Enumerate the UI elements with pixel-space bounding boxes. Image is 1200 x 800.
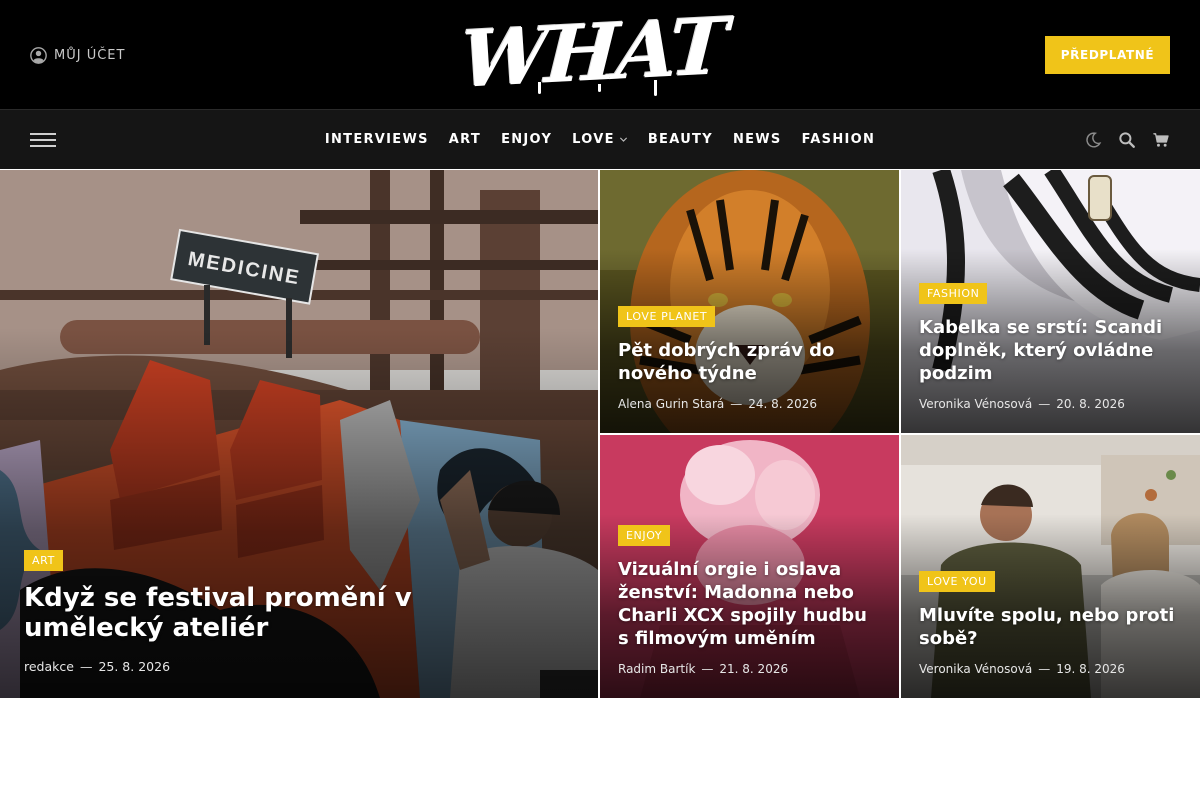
article-meta: Alena Gurin Stará — 24. 8. 2026: [618, 397, 881, 411]
article-content: Love Planet Pět dobrých zpráv do nového …: [618, 305, 881, 411]
nav-item-label: News: [732, 132, 782, 147]
nav-item-fashion[interactable]: Fashion: [792, 132, 886, 147]
nav-item-love[interactable]: Love: [562, 132, 638, 147]
article-content: Enjoy Vizuální orgie i oslava ženství: M…: [618, 524, 881, 676]
featured-grid: MEDICINE ART Když se festival promění v …: [0, 170, 1200, 698]
category-badge[interactable]: Fashion: [919, 283, 988, 304]
article-title[interactable]: Mluvíte spolu, nebo proti sobě?: [919, 604, 1182, 650]
category-badge[interactable]: Enjoy: [618, 525, 671, 546]
article-card[interactable]: Enjoy Vizuální orgie i oslava ženství: M…: [600, 435, 899, 698]
meta-separator: —: [730, 397, 743, 411]
my-account-label: Můj účet: [54, 47, 126, 63]
user-circle-icon: [30, 46, 47, 64]
nav-item-label: Art: [448, 132, 482, 147]
logo-drip: [598, 84, 601, 92]
article-meta: Radim Bartík — 21. 8. 2026: [618, 662, 881, 676]
article-author[interactable]: Alena Gurin Stará: [618, 397, 724, 411]
nav-item-news[interactable]: News: [723, 132, 792, 147]
hamburger-menu-icon[interactable]: [30, 131, 56, 149]
site-header: Můj účet WHAT Předplatné: [0, 0, 1200, 110]
moon-icon[interactable]: [1084, 131, 1102, 149]
nav-menu: Interviews Art Enjoy Love Beauty News Fa…: [300, 110, 900, 169]
article-content: Fashion Kabelka se srstí: Scandi doplněk…: [919, 282, 1182, 411]
article-card[interactable]: Love Planet Pět dobrých zpráv do nového …: [600, 170, 899, 433]
article-author[interactable]: Radim Bartík: [618, 662, 695, 676]
article-author[interactable]: Veronika Vénosová: [919, 397, 1032, 411]
article-date: 20. 8. 2026: [1056, 397, 1125, 411]
article-meta: Veronika Vénosová — 19. 8. 2026: [919, 662, 1182, 676]
nav-item-enjoy[interactable]: Enjoy: [491, 132, 562, 147]
nav-item-interviews[interactable]: Interviews: [315, 132, 439, 147]
logo-text: WHAT: [458, 1, 728, 106]
meta-separator: —: [1038, 397, 1051, 411]
nav-item-label: Love: [572, 132, 615, 147]
article-card[interactable]: Fashion Kabelka se srstí: Scandi doplněk…: [901, 170, 1200, 433]
nav-item-label: Fashion: [801, 132, 876, 147]
subscribe-button[interactable]: Předplatné: [1045, 36, 1170, 74]
article-content: Love You Mluvíte spolu, nebo proti sobě?…: [919, 570, 1182, 676]
meta-separator: —: [701, 662, 714, 676]
search-icon[interactable]: [1118, 131, 1136, 149]
meta-separator: —: [79, 659, 93, 674]
article-date: 25. 8. 2026: [98, 659, 171, 674]
nav-item-label: Enjoy: [501, 132, 553, 147]
category-badge[interactable]: Art: [24, 550, 63, 571]
article-title[interactable]: Když se festival promění v umělecký atel…: [24, 583, 448, 643]
site-logo[interactable]: WHAT: [458, 1, 727, 106]
nav-item-beauty[interactable]: Beauty: [638, 132, 723, 147]
article-author[interactable]: Veronika Vénosová: [919, 662, 1032, 676]
nav-item-art[interactable]: Art: [439, 132, 491, 147]
nav-item-label: Interviews: [324, 132, 429, 147]
article-date: 19. 8. 2026: [1056, 662, 1125, 676]
article-title[interactable]: Kabelka se srstí: Scandi doplněk, který …: [919, 316, 1182, 385]
article-date: 24. 8. 2026: [748, 397, 817, 411]
article-date: 21. 8. 2026: [719, 662, 789, 676]
nav-item-label: Beauty: [647, 132, 713, 147]
cart-icon[interactable]: [1152, 131, 1170, 149]
category-badge[interactable]: Love Planet: [618, 306, 716, 327]
nav-tools: [1084, 110, 1170, 169]
article-title[interactable]: Pět dobrých zpráv do nového týdne: [618, 339, 881, 385]
article-title[interactable]: Vizuální orgie i oslava ženství: Madonna…: [618, 558, 881, 650]
logo-drip: [538, 82, 541, 94]
main-navigation: Interviews Art Enjoy Love Beauty News Fa…: [0, 110, 1200, 169]
article-card-featured[interactable]: MEDICINE ART Když se festival promění v …: [0, 170, 598, 698]
article-meta: Veronika Vénosová — 20. 8. 2026: [919, 397, 1182, 411]
chevron-down-icon: [619, 137, 627, 142]
article-card[interactable]: Love You Mluvíte spolu, nebo proti sobě?…: [901, 435, 1200, 698]
category-badge[interactable]: Love You: [919, 571, 995, 592]
article-author[interactable]: redakce: [24, 659, 74, 674]
article-meta: redakce — 25. 8. 2026: [24, 659, 448, 674]
my-account-link[interactable]: Můj účet: [30, 45, 125, 65]
logo-drip: [654, 80, 657, 96]
article-content: Art Když se festival promění v umělecký …: [24, 549, 448, 674]
meta-separator: —: [1038, 662, 1051, 676]
